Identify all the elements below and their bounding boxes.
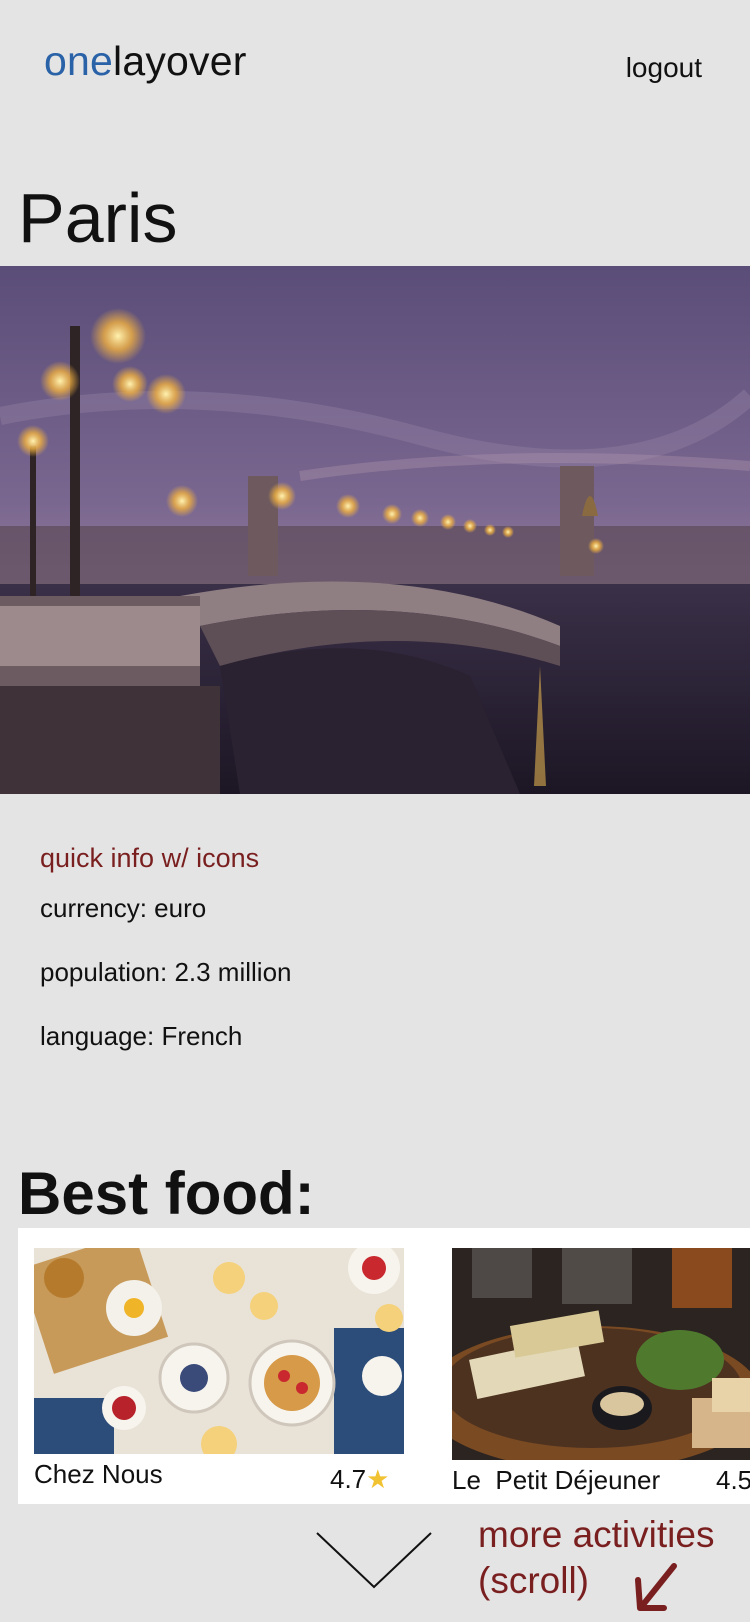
star-icon: ★ (366, 1464, 390, 1494)
food-name: Chez Nous (34, 1459, 163, 1489)
food-carousel[interactable]: Chez Nous 4.7★ Le Petit Déjeuner 4.5 (18, 1228, 750, 1504)
food-photo (452, 1248, 750, 1460)
food-rating: 4.7★ (330, 1464, 389, 1495)
food-rating: 4.5 (716, 1465, 750, 1496)
info-currency: currency: euro (40, 893, 207, 923)
info-population: population: 2.3 million (40, 957, 292, 987)
food-card[interactable]: Chez Nous 4.7★ (34, 1248, 404, 1494)
logout-link[interactable]: logout (626, 52, 702, 84)
food-card[interactable]: Le Petit Déjeuner 4.5 (452, 1248, 750, 1495)
best-food-title: Best food: (18, 1160, 315, 1227)
city-title: Paris (18, 179, 178, 257)
arrow-down-left-icon (632, 1562, 678, 1619)
logo-layover: layover (113, 38, 247, 84)
food-rating-value: 4.5 (716, 1465, 750, 1495)
info-language: language: French (40, 1021, 243, 1051)
more-activities-line2: (scroll) (478, 1560, 589, 1601)
food-photo (34, 1248, 404, 1454)
food-name: Le Petit Déjeuner (452, 1465, 661, 1495)
more-activities-line1: more activities (478, 1514, 715, 1555)
quick-info-heading: quick info w/ icons (40, 843, 260, 873)
logo-one: one (44, 38, 114, 84)
more-activities-note: more activities (scroll) (478, 1512, 714, 1604)
chevron-down-icon[interactable] (314, 1530, 434, 1595)
food-rating-value: 4.7 (330, 1464, 367, 1494)
app-logo[interactable]: onelayover (44, 38, 247, 85)
city-hero-image (0, 266, 750, 794)
